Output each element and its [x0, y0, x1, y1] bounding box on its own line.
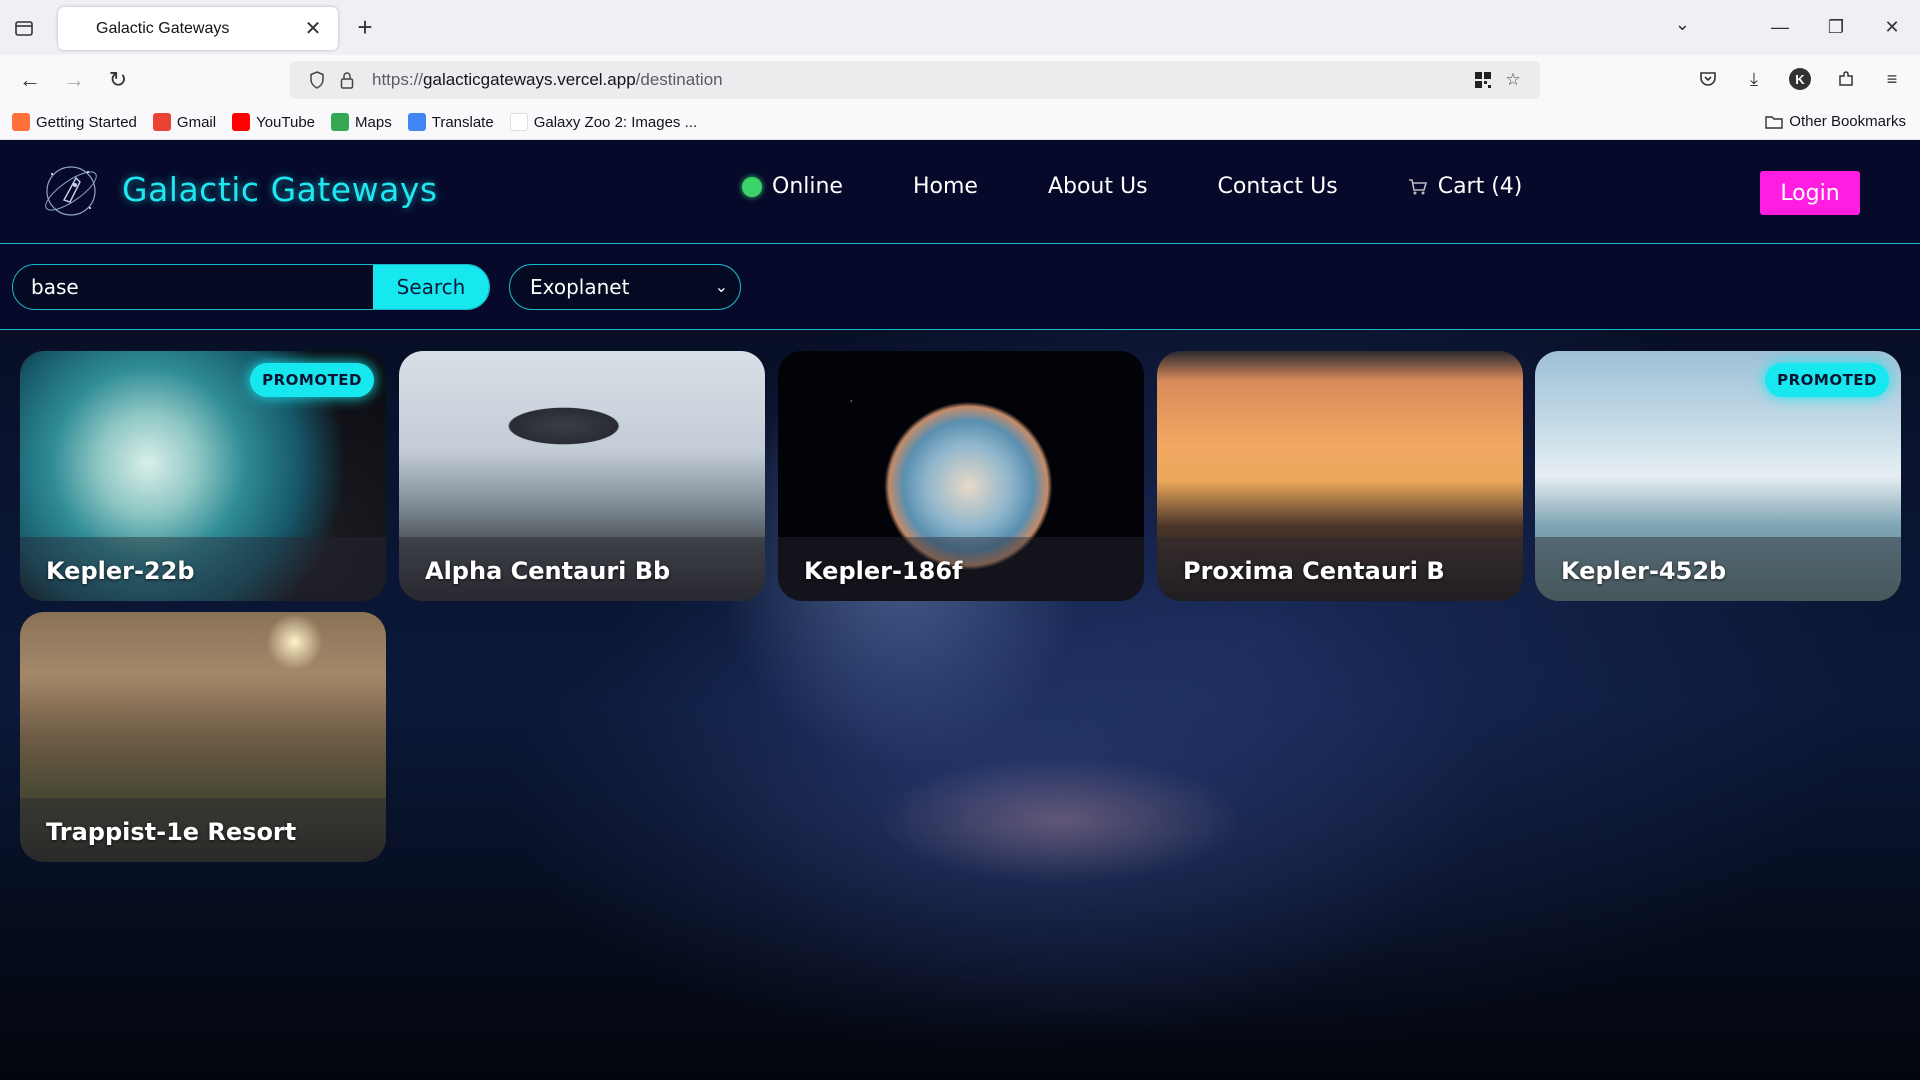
destination-name: Alpha Centauri Bb [425, 557, 671, 585]
nav-cart[interactable]: Cart (4) [1408, 174, 1523, 199]
destination-name: Proxima Centauri B [1183, 557, 1445, 585]
bookmark-label: Galaxy Zoo 2: Images ... [533, 113, 698, 131]
brand-title[interactable]: Galactic Gateways [122, 170, 438, 209]
close-window-icon[interactable]: ✕ [1864, 0, 1920, 55]
chevron-down-icon[interactable]: ⌄ [1675, 14, 1690, 35]
chevron-down-icon: ⌄ [714, 277, 728, 296]
profile-avatar[interactable]: K [1782, 60, 1818, 98]
other-bookmarks-label: Other Bookmarks [1789, 113, 1906, 130]
nav-contact[interactable]: Contact Us [1218, 174, 1338, 199]
rocket-logo-icon[interactable] [40, 160, 102, 222]
promoted-badge: PROMOTED [250, 363, 374, 397]
menu-icon[interactable]: ≡ [1874, 60, 1910, 98]
bookmark-star-icon[interactable]: ☆ [1498, 65, 1528, 95]
online-status: Online [742, 174, 843, 199]
destination-type-select[interactable]: Exoplanet ⌄ [509, 264, 741, 310]
main-nav: Online Home About Us Contact Us Cart (4) [742, 174, 1592, 199]
back-arrow-icon[interactable]: ← [8, 60, 52, 100]
cart-label: Cart (4) [1437, 174, 1523, 199]
shield-icon[interactable] [302, 65, 332, 95]
url-text[interactable]: https://galacticgateways.vercel.app/dest… [372, 70, 1468, 90]
bookmark-item[interactable]: Maps [331, 113, 392, 131]
close-tab-icon[interactable]: ✕ [302, 16, 324, 41]
nav-home[interactable]: Home [913, 174, 978, 199]
online-dot-icon [742, 176, 762, 197]
maps-icon [331, 113, 350, 131]
bookmark-item[interactable]: Getting Started [12, 113, 137, 131]
new-tab-icon[interactable]: + [350, 12, 380, 42]
bookmark-label: Maps [355, 113, 392, 131]
download-icon[interactable]: ⤓ [1736, 60, 1772, 98]
destination-card-kepler-22b[interactable]: PROMOTED Kepler-22b [20, 351, 386, 601]
destination-name: Trappist-1e Resort [46, 818, 297, 846]
bookmark-label: Getting Started [36, 113, 137, 131]
translate-icon [407, 113, 426, 131]
bookmarks-bar: Getting Started Gmail YouTube Maps Translate… [0, 105, 1920, 140]
bookmark-item[interactable]: Translate [407, 113, 494, 131]
destination-card-trappist-1e-resort[interactable]: Trappist-1e Resort [20, 612, 386, 862]
filter-bar: Search Exoplanet ⌄ [0, 244, 1920, 330]
restore-icon[interactable]: ❐ [1808, 0, 1864, 55]
cart-icon [1408, 178, 1427, 194]
other-bookmarks[interactable]: Other Bookmarks [1765, 113, 1906, 130]
url-prefix: https:// [372, 70, 424, 89]
bookmark-label: Translate [431, 113, 494, 131]
pocket-icon[interactable] [1690, 60, 1726, 98]
qr-code-icon[interactable] [1468, 65, 1498, 95]
search-button[interactable]: Search [373, 265, 489, 309]
destination-name: Kepler-186f [804, 557, 963, 585]
type-select-value: Exoplanet [530, 275, 630, 299]
destination-card-kepler-186f[interactable]: Kepler-186f [778, 351, 1144, 601]
bookmark-label: Gmail [176, 113, 217, 131]
gmail-icon [152, 113, 171, 131]
promoted-badge: PROMOTED [1765, 363, 1889, 397]
profile-initial: K [1789, 68, 1811, 90]
address-bar[interactable]: https://galacticgateways.vercel.app/dest… [290, 61, 1540, 99]
lock-icon[interactable] [332, 65, 362, 95]
browser-navbar: ← → ↻ https://galacticgateways.vercel.ap… [0, 55, 1920, 105]
page-icon [509, 113, 528, 131]
destination-name: Kepler-452b [1561, 557, 1727, 585]
extensions-icon[interactable] [1828, 60, 1864, 98]
nav-about[interactable]: About Us [1048, 174, 1148, 199]
firefox-icon [12, 113, 30, 131]
bookmark-item[interactable]: Gmail [152, 113, 217, 131]
login-button[interactable]: Login [1760, 171, 1860, 215]
minimize-icon[interactable]: — [1752, 0, 1808, 55]
online-label: Online [772, 174, 843, 199]
toolbar-right: ⤓ K ≡ [1690, 60, 1910, 98]
bookmark-item[interactable]: YouTube [232, 113, 315, 131]
window-controls: — ❐ ✕ [1752, 0, 1920, 55]
search-input[interactable] [13, 265, 373, 309]
reload-icon[interactable]: ↻ [96, 60, 140, 100]
destination-card-proxima-centauri-b[interactable]: Proxima Centauri B [1157, 351, 1523, 601]
url-path: /destination [635, 70, 723, 89]
destination-card-kepler-452b[interactable]: PROMOTED Kepler-452b [1535, 351, 1901, 601]
page-viewport: Galactic Gateways Online Home About Us C… [0, 140, 1920, 1080]
browser-tabbar: Galactic Gateways ✕ + ⌄ — ❐ ✕ [0, 0, 1920, 55]
folder-icon [1765, 115, 1783, 129]
bookmark-item[interactable]: Galaxy Zoo 2: Images ... [509, 113, 698, 131]
destination-name: Kepler-22b [46, 557, 195, 585]
site-header: Galactic Gateways Online Home About Us C… [0, 140, 1920, 244]
bookmark-label: YouTube [256, 113, 316, 131]
tab-list-icon[interactable] [0, 0, 48, 55]
url-host: galacticgateways.vercel.app [423, 70, 636, 89]
tab-title: Galactic Gateways [96, 19, 230, 37]
forward-arrow-icon[interactable]: → [52, 60, 96, 100]
search-box: Search [12, 264, 490, 310]
youtube-icon [232, 113, 251, 131]
browser-tab[interactable]: Galactic Gateways ✕ [58, 7, 338, 50]
destination-card-alpha-centauri-bb[interactable]: Alpha Centauri Bb [399, 351, 765, 601]
